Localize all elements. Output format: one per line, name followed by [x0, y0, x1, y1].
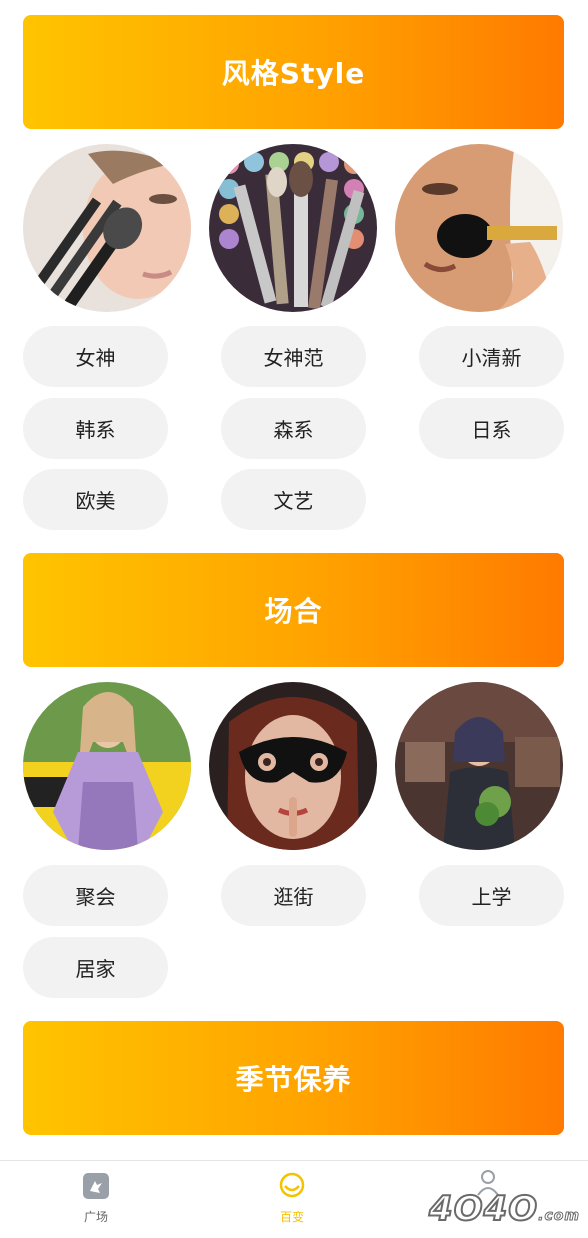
- tag-school[interactable]: 上学: [419, 865, 564, 926]
- makeup-brush-face-photo[interactable]: [23, 144, 191, 312]
- seasonal-care-section-banner[interactable]: 季节保养: [23, 1021, 564, 1135]
- nav-square-label: 广场: [83, 1210, 108, 1224]
- brush-palette-image: [209, 144, 377, 312]
- site-watermark-logo: 4O4O.com: [428, 1188, 580, 1230]
- tag-fresh[interactable]: 小清新: [419, 326, 564, 387]
- tag-western[interactable]: 欧美: [23, 469, 168, 530]
- street-cafe-photo[interactable]: [395, 682, 563, 850]
- party-outfit-photo[interactable]: [23, 682, 191, 850]
- tag-korean[interactable]: 韩系: [23, 398, 168, 459]
- nav-transform-label: 百变: [279, 1210, 304, 1224]
- tag-goddess-style[interactable]: 女神范: [221, 326, 366, 387]
- watermark-text: 4O4O: [428, 1188, 539, 1230]
- makeup-brush-face-image: [23, 144, 191, 312]
- party-outfit-image: [23, 682, 191, 850]
- tag-japanese[interactable]: 日系: [419, 398, 564, 459]
- street-cafe-image: [395, 682, 563, 850]
- style-section-banner[interactable]: 风格Style: [23, 15, 564, 129]
- masquerade-mask-image: [209, 682, 377, 850]
- tag-artsy[interactable]: 文艺: [221, 469, 366, 530]
- tag-shopping[interactable]: 逛街: [221, 865, 366, 926]
- masquerade-mask-photo[interactable]: [209, 682, 377, 850]
- blush-brush-image: [395, 144, 563, 312]
- tag-home[interactable]: 居家: [23, 937, 168, 998]
- nav-square[interactable]: 广场: [36, 1161, 156, 1238]
- square-icon: [83, 1173, 109, 1199]
- occasion-section-banner[interactable]: 场合: [23, 553, 564, 667]
- brush-set-palette-photo[interactable]: [209, 144, 377, 312]
- nav-transform[interactable]: 百变: [232, 1161, 352, 1238]
- tag-goddess[interactable]: 女神: [23, 326, 168, 387]
- tag-forest[interactable]: 森系: [221, 398, 366, 459]
- blush-brush-woman-photo[interactable]: [395, 144, 563, 312]
- watermark-suffix: .com: [538, 1208, 580, 1225]
- tag-party[interactable]: 聚会: [23, 865, 168, 926]
- face-icon: [279, 1172, 305, 1198]
